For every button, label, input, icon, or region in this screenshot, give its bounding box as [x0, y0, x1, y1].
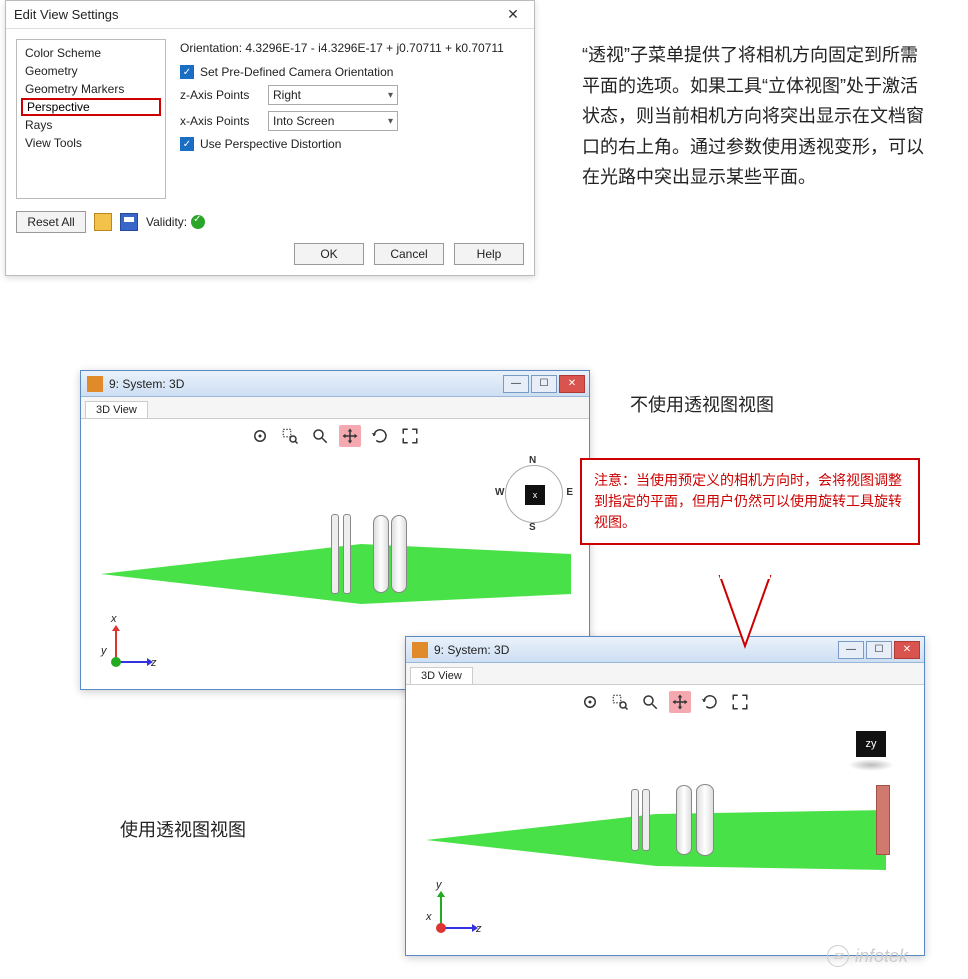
optic-aperture — [331, 514, 339, 594]
x-axis-label: x-Axis Points — [180, 114, 260, 128]
optic-lens — [373, 515, 389, 593]
minimize-icon[interactable]: — — [838, 641, 864, 659]
category-list[interactable]: Color Scheme Geometry Geometry Markers P… — [16, 39, 166, 199]
window-title: 9: System: 3D — [109, 377, 184, 391]
tab-3d-view[interactable]: 3D View — [85, 401, 148, 418]
viewport-canvas[interactable]: zy .w2 .axis .v:before{border-bottom-col… — [406, 685, 924, 955]
zoom-icon[interactable] — [309, 425, 331, 447]
dialog-title: Edit View Settings — [14, 7, 119, 22]
zoom-icon[interactable] — [639, 691, 661, 713]
fit-icon[interactable] — [729, 691, 751, 713]
optic-detector — [876, 785, 890, 855]
caption-no-perspective: 不使用透视图视图 — [630, 390, 774, 421]
category-item[interactable]: Geometry — [17, 62, 165, 80]
open-folder-icon[interactable] — [94, 213, 112, 231]
category-item-perspective[interactable]: Perspective — [21, 98, 161, 116]
zoom-area-icon[interactable] — [279, 425, 301, 447]
window-3d-with-perspective: 9: System: 3D — ☐ ✕ 3D View zy — [405, 636, 925, 956]
dropdown-value: Into Screen — [273, 114, 334, 128]
wechat-icon: ✉ — [827, 945, 849, 967]
view-mode-icon[interactable] — [579, 691, 601, 713]
view-mode-icon[interactable] — [249, 425, 271, 447]
dropdown-value: Right — [273, 88, 301, 102]
axis-gizmo: x z y — [101, 617, 161, 677]
z-axis-dropdown[interactable]: Right ▾ — [268, 85, 398, 105]
cancel-button[interactable]: Cancel — [374, 243, 444, 265]
rotate-icon[interactable] — [369, 425, 391, 447]
close-icon[interactable]: ✕ — [559, 375, 585, 393]
category-item[interactable]: Rays — [17, 116, 165, 134]
move-icon[interactable] — [669, 691, 691, 713]
reset-all-button[interactable]: Reset All — [16, 211, 86, 233]
dialog-titlebar: Edit View Settings ✕ — [6, 1, 534, 29]
save-icon[interactable] — [120, 213, 138, 231]
z-axis-label: z-Axis Points — [180, 88, 260, 102]
view-toolbar — [249, 425, 421, 447]
watermark: ✉ infotek — [827, 945, 908, 967]
close-icon[interactable]: ✕ — [894, 641, 920, 659]
optic-lens — [391, 515, 407, 593]
orientation-value: 4.3296E-17 - i4.3296E-17 + j0.70711 + k0… — [245, 41, 503, 55]
optic-aperture — [343, 514, 351, 594]
chevron-down-icon: ▾ — [388, 90, 393, 101]
validity-ok-icon — [191, 215, 205, 229]
tab-strip: 3D View — [81, 397, 589, 419]
window-titlebar[interactable]: 9: System: 3D — ☐ ✕ — [406, 637, 924, 663]
optic-aperture — [631, 789, 639, 851]
zoom-area-icon[interactable] — [609, 691, 631, 713]
tab-3d-view[interactable]: 3D View — [410, 667, 473, 684]
maximize-icon[interactable]: ☐ — [531, 375, 557, 393]
orientation-label: Orientation: — [180, 41, 242, 55]
axis-gizmo: .w2 .axis .v:before{border-bottom-color:… — [426, 883, 486, 943]
minimize-icon[interactable]: — — [503, 375, 529, 393]
window-title: 9: System: 3D — [434, 643, 509, 657]
orientation-cube[interactable]: zy — [848, 731, 894, 771]
optic-lens — [676, 785, 692, 855]
window-titlebar[interactable]: 9: System: 3D — ☐ ✕ — [81, 371, 589, 397]
x-axis-dropdown[interactable]: Into Screen ▾ — [268, 111, 398, 131]
edit-view-settings-dialog: Edit View Settings ✕ Color Scheme Geomet… — [5, 0, 535, 276]
caption-with-perspective: 使用透视图视图 — [120, 815, 246, 846]
view-toolbar — [579, 691, 751, 713]
help-button[interactable]: Help — [454, 243, 524, 265]
rotate-icon[interactable] — [699, 691, 721, 713]
fit-icon[interactable] — [399, 425, 421, 447]
checkbox-set-predefined[interactable]: ✓ — [180, 65, 194, 79]
tab-strip: 3D View — [406, 663, 924, 685]
optic-lens — [696, 784, 714, 856]
app-icon — [87, 376, 103, 392]
checkbox-use-perspective[interactable]: ✓ — [180, 137, 194, 151]
checkbox-label: Use Perspective Distortion — [200, 137, 341, 151]
app-icon — [412, 642, 428, 658]
category-item[interactable]: View Tools — [17, 134, 165, 152]
chevron-down-icon: ▾ — [388, 116, 393, 127]
checkbox-label: Set Pre-Defined Camera Orientation — [200, 65, 393, 79]
description-paragraph: “透视”子菜单提供了将相机方向固定到所需平面的选项。如果工具“立体视图”处于激活… — [582, 40, 934, 193]
settings-panel: Orientation: 4.3296E-17 - i4.3296E-17 + … — [176, 39, 524, 199]
category-item[interactable]: Geometry Markers — [17, 80, 165, 98]
ray-beam — [426, 780, 906, 900]
validity-label: Validity: — [146, 215, 187, 229]
category-item[interactable]: Color Scheme — [17, 44, 165, 62]
ok-button[interactable]: OK — [294, 243, 364, 265]
move-icon[interactable] — [339, 425, 361, 447]
optic-aperture — [642, 789, 650, 851]
maximize-icon[interactable]: ☐ — [866, 641, 892, 659]
callout-note: 注意：当使用预定义的相机方向时，会将视图调整到指定的平面，但用户仍然可以使用旋转… — [580, 458, 920, 545]
close-icon[interactable]: ✕ — [498, 5, 528, 25]
